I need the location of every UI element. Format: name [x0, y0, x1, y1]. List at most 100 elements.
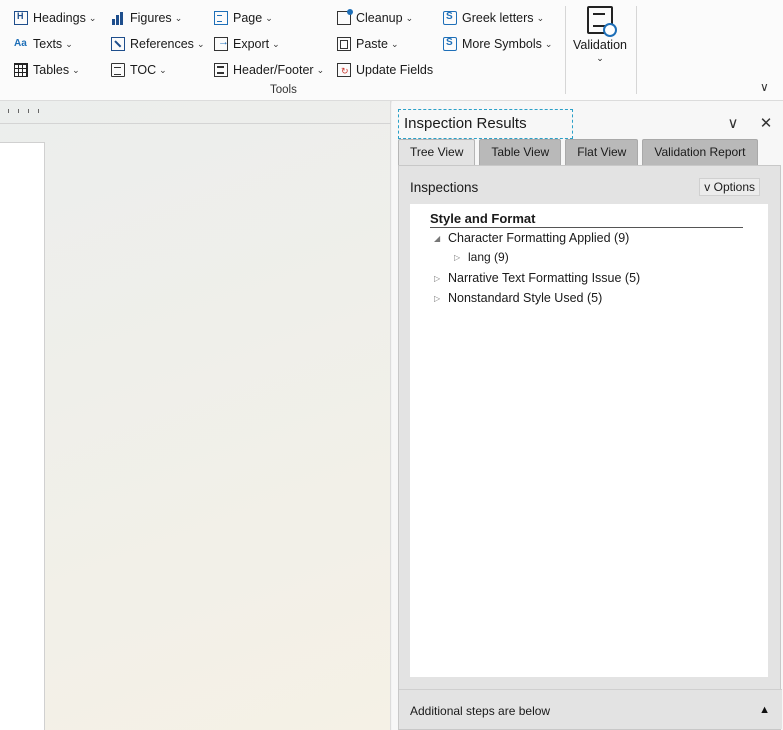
tree-node-character-formatting[interactable]: ◢ Character Formatting Applied (9)	[434, 231, 629, 245]
header-footer-label: Header/Footer	[233, 63, 314, 77]
tables-label: Tables	[33, 63, 70, 77]
header-footer-icon	[214, 63, 228, 77]
update-fields-icon	[337, 63, 351, 77]
tree-node-label: Character Formatting Applied (9)	[448, 231, 630, 245]
collapse-panel-icon[interactable]: ∨	[725, 115, 741, 132]
chevron-down-icon: ⌄	[196, 38, 205, 49]
texts-button[interactable]: Aa Texts ⌄	[14, 34, 73, 54]
additional-steps-label: Additional steps are below	[410, 704, 551, 718]
view-tabs: Tree View Table View Flat View Validatio…	[398, 139, 762, 165]
update-fields-label: Update Fields	[356, 63, 434, 77]
bar-chart-icon	[111, 11, 125, 25]
chevron-down-icon: ⌄	[536, 12, 545, 23]
header-footer-button[interactable]: Header/Footer ⌄	[214, 60, 324, 80]
tab-flat-view[interactable]: Flat View	[565, 139, 639, 165]
page-icon	[214, 11, 228, 25]
tree-category-title: Style and Format	[430, 211, 743, 228]
toc-label: TOC	[130, 63, 157, 77]
paste-label: Paste	[356, 37, 388, 51]
cleanup-icon	[337, 9, 353, 25]
more-symbols-label: More Symbols	[462, 37, 542, 51]
chevron-down-icon: ⌄	[88, 12, 97, 23]
paste-icon	[337, 37, 351, 51]
tab-tree-view[interactable]: Tree View	[398, 139, 476, 165]
tree-node-narrative-text[interactable]: ▷ Narrative Text Formatting Issue (5)	[434, 271, 640, 285]
tree-node-lang[interactable]: ▷ lang (9)	[454, 250, 509, 264]
tree-node-nonstandard-style[interactable]: ▷ Nonstandard Style Used (5)	[434, 291, 602, 305]
validation-button[interactable]: Validation ⌄	[570, 6, 630, 72]
headings-button[interactable]: Headings ⌄	[14, 8, 96, 28]
chevron-down-icon: ⌄	[405, 12, 414, 23]
ribbon-divider	[565, 6, 566, 94]
validation-label: Validation	[573, 38, 627, 52]
chevron-down-icon: ⌄	[174, 12, 183, 23]
expand-up-icon[interactable]: ▲	[759, 704, 770, 716]
inspection-results-panel: Inspection Results ∨ ✕ Tree View Table V…	[392, 101, 783, 730]
collapsed-triangle-icon[interactable]: ▷	[434, 274, 448, 283]
toc-icon	[111, 63, 125, 77]
ruler-tick	[8, 109, 9, 113]
chevron-down-icon: ⌄	[72, 64, 80, 75]
chevron-down-icon: ⌄	[159, 64, 167, 75]
ribbon: Headings ⌄ Aa Texts ⌄ Tables ⌄ Figures ⌄…	[0, 0, 783, 101]
cleanup-label: Cleanup	[356, 11, 403, 25]
ruler-tick	[18, 109, 19, 113]
texts-label: Texts	[33, 37, 63, 51]
references-label: References	[130, 37, 194, 51]
tree-node-label: lang (9)	[468, 250, 509, 264]
additional-steps-bar: Additional steps are below ▲	[399, 689, 782, 729]
ruler-tick	[38, 109, 39, 113]
tree-node-label: Narrative Text Formatting Issue (5)	[448, 271, 641, 285]
figures-label: Figures	[130, 11, 172, 25]
export-label: Export	[233, 37, 270, 51]
references-button[interactable]: References ⌄	[111, 34, 204, 54]
update-fields-button[interactable]: Update Fields	[337, 60, 433, 80]
references-icon	[111, 37, 125, 51]
paste-button[interactable]: Paste ⌄	[337, 34, 399, 54]
page-label: Page	[233, 11, 263, 25]
table-icon	[14, 63, 28, 77]
figures-button[interactable]: Figures ⌄	[111, 8, 182, 28]
export-button[interactable]: Export ⌄	[214, 34, 280, 54]
chevron-down-icon: ⌄	[265, 12, 273, 23]
ruler	[0, 101, 391, 124]
collapsed-triangle-icon[interactable]: ▷	[454, 253, 468, 262]
tab-table-view[interactable]: Table View	[479, 139, 562, 165]
document-page[interactable]	[0, 142, 45, 730]
chevron-down-icon: ⌄	[544, 38, 553, 49]
options-button[interactable]: v Options	[699, 178, 760, 196]
export-icon	[214, 36, 229, 51]
ruler-tick	[28, 109, 29, 113]
heading-icon	[14, 11, 28, 25]
symbol-icon	[443, 11, 457, 25]
tab-validation-report[interactable]: Validation Report	[642, 139, 758, 165]
close-icon[interactable]: ✕	[758, 115, 774, 132]
ribbon-divider	[636, 6, 637, 94]
inspections-heading: Inspections	[410, 180, 479, 195]
cleanup-button[interactable]: Cleanup ⌄	[337, 8, 413, 28]
document-area[interactable]	[0, 101, 391, 730]
validation-icon	[587, 6, 617, 37]
chevron-down-icon: ⌄	[596, 53, 604, 63]
chevron-down-icon: ⌄	[316, 64, 325, 75]
page-button[interactable]: Page ⌄	[214, 8, 273, 28]
chevron-down-icon: ⌄	[65, 38, 73, 49]
expanded-triangle-icon[interactable]: ◢	[434, 234, 448, 243]
text-style-icon: Aa	[14, 38, 27, 49]
symbol-icon	[443, 37, 457, 51]
toc-button[interactable]: TOC ⌄	[111, 60, 167, 80]
collapsed-triangle-icon[interactable]: ▷	[434, 294, 448, 303]
chevron-down-icon: ⌄	[390, 38, 399, 49]
headings-label: Headings	[33, 11, 86, 25]
panel-title: Inspection Results	[398, 109, 573, 139]
chevron-down-icon: ⌄	[272, 38, 280, 49]
greek-letters-button[interactable]: Greek letters ⌄	[443, 8, 544, 28]
tree-view-body: Inspections v Options Style and Format ◢…	[398, 165, 782, 730]
greek-letters-label: Greek letters	[462, 11, 534, 25]
tools-group-label: Tools	[270, 84, 297, 96]
collapse-ribbon-icon[interactable]: ∨	[760, 80, 769, 94]
tables-button[interactable]: Tables ⌄	[14, 60, 80, 80]
tree-node-label: Nonstandard Style Used (5)	[448, 291, 603, 305]
inspection-tree: Style and Format ◢ Character Formatting …	[410, 204, 768, 677]
more-symbols-button[interactable]: More Symbols ⌄	[443, 34, 552, 54]
